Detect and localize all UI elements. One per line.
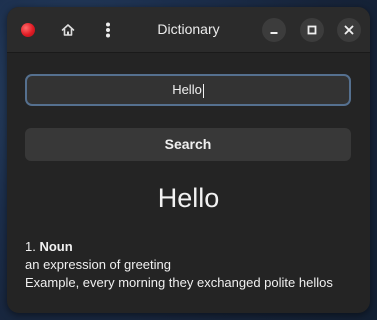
headerbar: Dictionary [7,7,370,53]
close-button[interactable] [337,18,361,42]
minimize-icon [270,32,278,34]
close-icon [344,25,354,35]
part-of-speech: Noun [39,239,73,254]
maximize-icon [307,25,317,35]
definition-entry: 1. Noun an expression of greeting Exampl… [25,238,333,292]
definition-heading: 1. Noun [25,238,333,256]
definition-index: 1. [25,239,36,254]
definition-meaning: an expression of greeting [25,257,171,272]
text-caret [202,83,204,98]
search-input[interactable]: Hello [25,74,351,106]
search-input-value: Hello [172,82,202,97]
search-button[interactable]: Search [25,128,351,161]
result-word: Hello [157,183,220,213]
definition-example: Example, every morning they exchanged po… [25,275,333,290]
maximize-button[interactable] [300,18,324,42]
minimize-button[interactable] [262,18,286,42]
dictionary-window: Dictionary Hello Search Hello 1. Noun an… [7,7,370,313]
